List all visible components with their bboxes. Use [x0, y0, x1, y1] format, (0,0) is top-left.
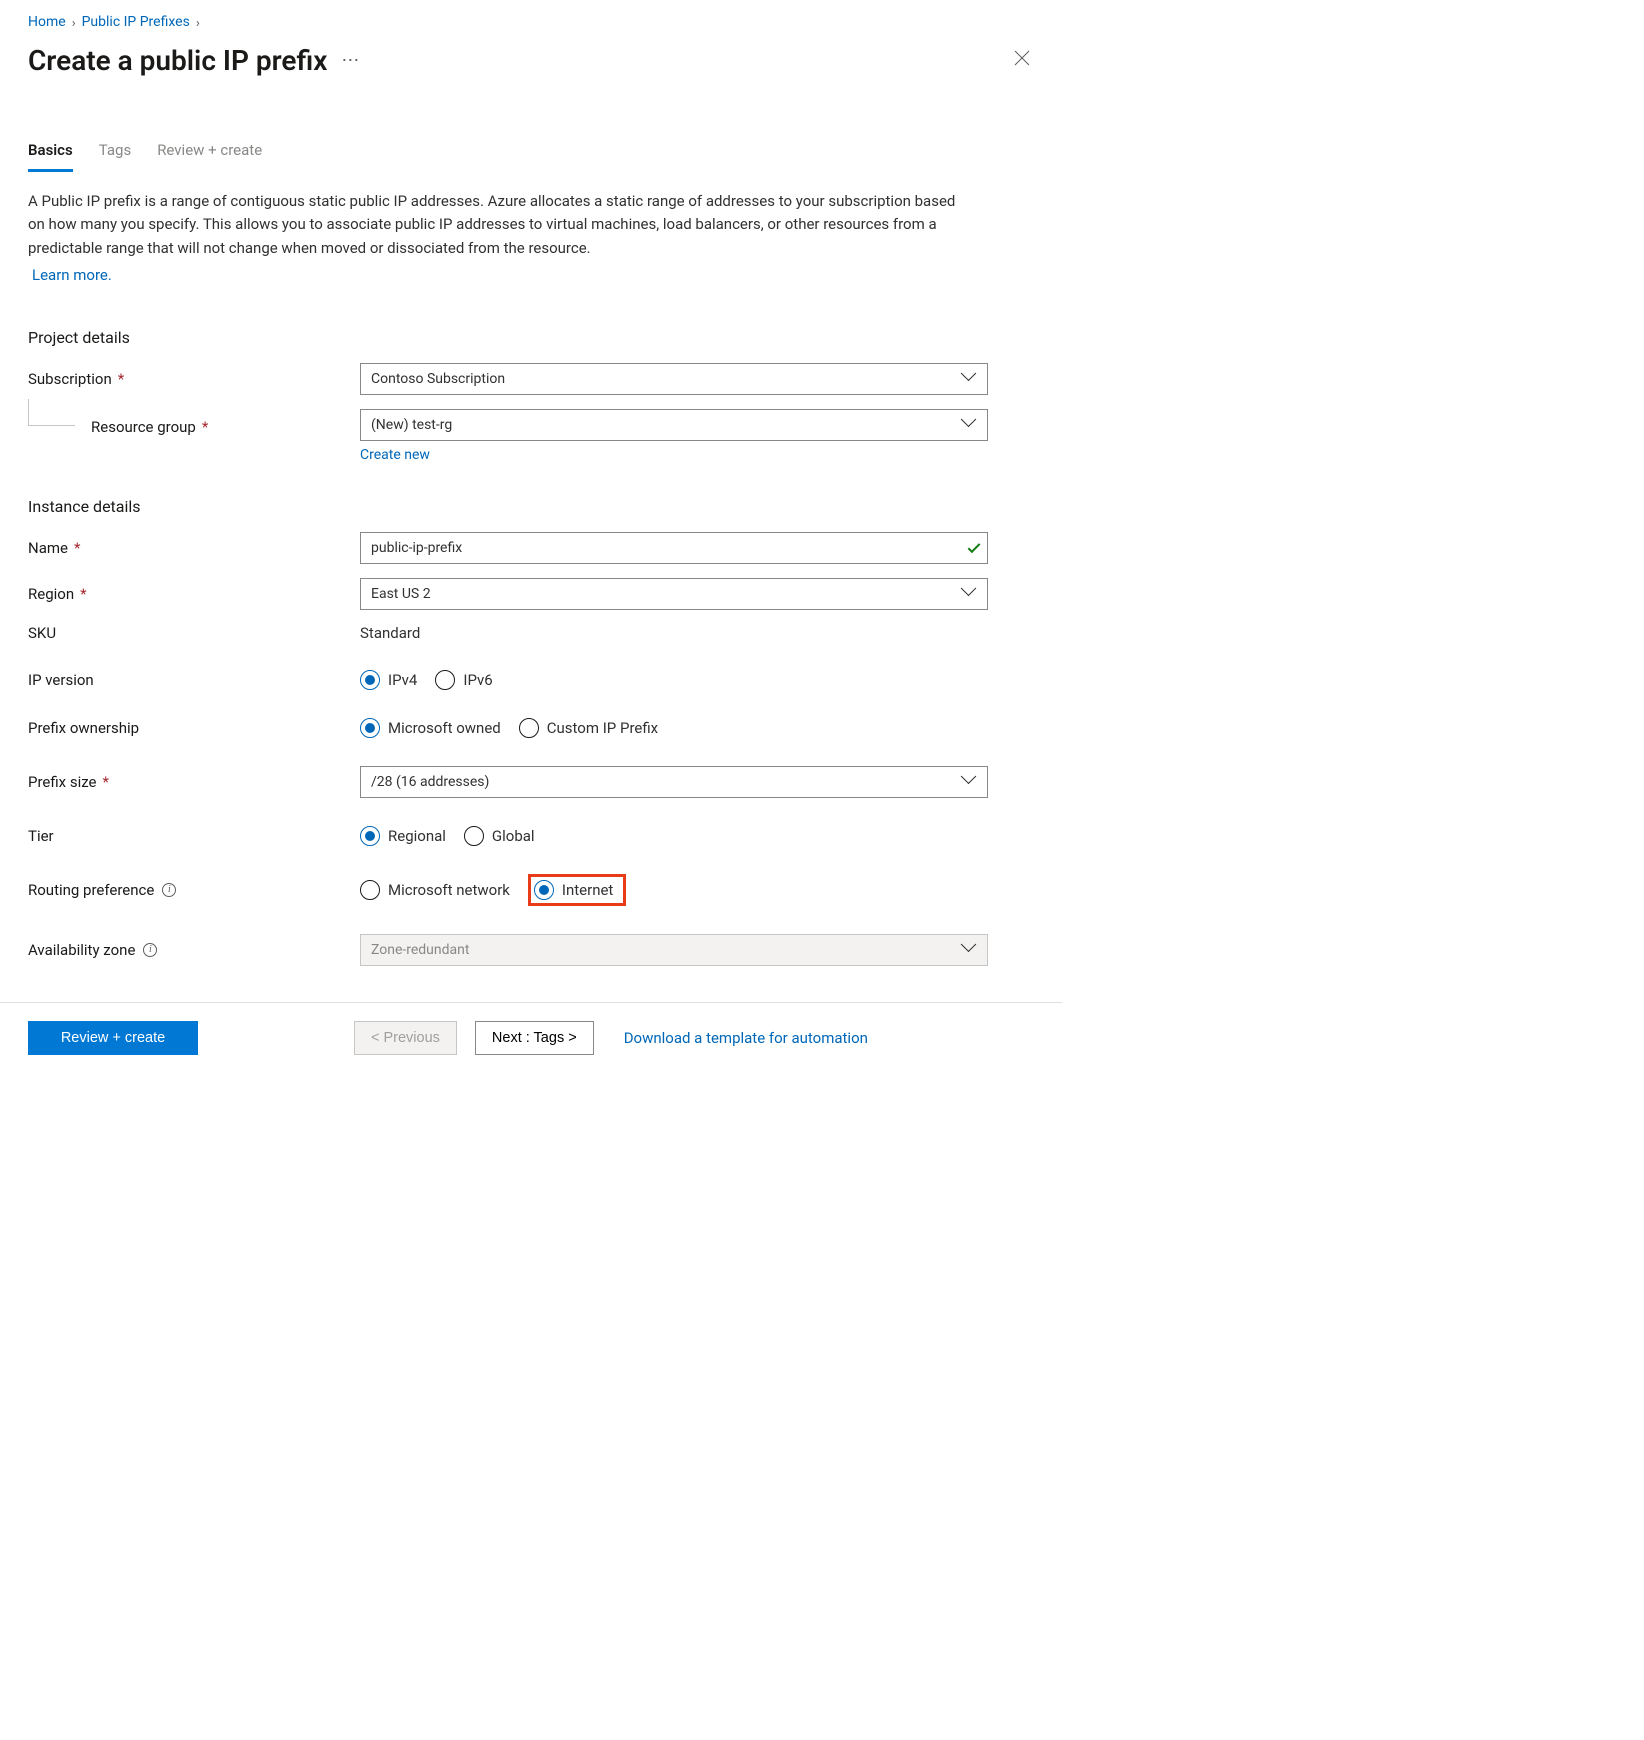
row-sku: SKU Standard	[28, 624, 1034, 642]
tabs: Basics Tags Review + create	[28, 135, 1034, 172]
chevron-down-icon	[958, 776, 979, 787]
footer-bar: Review + create < Previous Next : Tags >…	[28, 1021, 1034, 1055]
radio-microsoft-owned[interactable]: Microsoft owned	[360, 718, 501, 738]
label-prefix-size: Prefix size*	[28, 773, 360, 791]
row-availability-zone: Availability zone i Zone-redundant	[28, 934, 1034, 966]
learn-more-link[interactable]: Learn more.	[32, 266, 112, 284]
radio-microsoft-network[interactable]: Microsoft network	[360, 880, 510, 900]
subscription-select[interactable]: Contoso Subscription	[360, 363, 988, 395]
check-icon	[968, 540, 981, 553]
page-title-text: Create a public IP prefix	[28, 44, 327, 77]
info-icon[interactable]: i	[162, 883, 176, 897]
label-subscription: Subscription*	[28, 370, 360, 388]
breadcrumb: Home › Public IP Prefixes ›	[28, 14, 1034, 30]
create-new-link[interactable]: Create new	[360, 447, 430, 463]
label-ip-version: IP version	[28, 671, 360, 689]
row-prefix-ownership: Prefix ownership Microsoft owned Custom …	[28, 718, 1034, 738]
row-region: Region* East US 2	[28, 578, 1034, 610]
row-resource-group: Resource group* (New) test-rg Create new	[28, 409, 1034, 463]
next-button[interactable]: Next : Tags >	[475, 1021, 594, 1055]
radio-icon	[464, 826, 484, 846]
breadcrumb-home[interactable]: Home	[28, 14, 66, 30]
tab-review-create[interactable]: Review + create	[157, 135, 262, 172]
close-icon[interactable]	[1010, 46, 1034, 75]
routing-preference-group: Microsoft network Internet	[360, 874, 988, 906]
label-name: Name*	[28, 539, 360, 557]
radio-global[interactable]: Global	[464, 826, 535, 846]
row-routing-preference: Routing preference i Microsoft network I…	[28, 874, 1034, 906]
label-tier: Tier	[28, 827, 360, 845]
radio-icon	[534, 880, 554, 900]
label-routing-preference: Routing preference i	[28, 881, 360, 899]
section-project-details: Project details	[28, 328, 1034, 347]
radio-ipv4[interactable]: IPv4	[360, 670, 417, 690]
download-template-link[interactable]: Download a template for automation	[624, 1029, 868, 1047]
availability-zone-select: Zone-redundant	[360, 934, 988, 966]
row-ip-version: IP version IPv4 IPv6	[28, 670, 1034, 690]
label-availability-zone: Availability zone i	[28, 941, 360, 959]
previous-button: < Previous	[354, 1021, 457, 1055]
row-tier: Tier Regional Global	[28, 826, 1034, 846]
row-prefix-size: Prefix size* /28 (16 addresses)	[28, 766, 1034, 798]
tier-group: Regional Global	[360, 826, 988, 846]
resource-group-select[interactable]: (New) test-rg	[360, 409, 988, 441]
radio-icon	[360, 880, 380, 900]
tab-tags[interactable]: Tags	[99, 135, 131, 172]
radio-custom-ip-prefix[interactable]: Custom IP Prefix	[519, 718, 658, 738]
page-header: Create a public IP prefix ⋯	[28, 44, 1034, 77]
section-instance-details: Instance details	[28, 497, 1034, 516]
chevron-right-icon: ›	[196, 17, 200, 30]
radio-icon	[519, 718, 539, 738]
info-icon[interactable]: i	[143, 943, 157, 957]
prefix-ownership-group: Microsoft owned Custom IP Prefix	[360, 718, 988, 738]
more-icon[interactable]: ⋯	[341, 52, 360, 70]
chevron-down-icon	[958, 588, 979, 599]
label-sku: SKU	[28, 624, 360, 642]
divider	[0, 1002, 1062, 1003]
name-input[interactable]: public-ip-prefix	[360, 532, 988, 564]
page-title: Create a public IP prefix ⋯	[28, 44, 360, 77]
radio-ipv6[interactable]: IPv6	[435, 670, 492, 690]
radio-icon	[360, 718, 380, 738]
label-prefix-ownership: Prefix ownership	[28, 719, 360, 737]
tab-basics[interactable]: Basics	[28, 135, 73, 172]
sku-value: Standard	[360, 624, 420, 642]
radio-internet[interactable]: Internet	[534, 880, 613, 900]
radio-icon	[435, 670, 455, 690]
prefix-size-select[interactable]: /28 (16 addresses)	[360, 766, 988, 798]
chevron-down-icon	[958, 944, 979, 955]
row-name: Name* public-ip-prefix	[28, 532, 1034, 564]
radio-icon	[360, 670, 380, 690]
chevron-down-icon	[958, 419, 979, 430]
ip-version-group: IPv4 IPv6	[360, 670, 988, 690]
description-text: A Public IP prefix is a range of contigu…	[28, 190, 958, 260]
label-resource-group: Resource group*	[28, 409, 360, 436]
review-create-button[interactable]: Review + create	[28, 1021, 198, 1055]
radio-icon	[360, 826, 380, 846]
chevron-right-icon: ›	[72, 17, 76, 30]
highlight-internet: Internet	[528, 874, 626, 906]
chevron-down-icon	[958, 373, 979, 384]
row-subscription: Subscription* Contoso Subscription	[28, 363, 1034, 395]
label-region: Region*	[28, 585, 360, 603]
breadcrumb-public-ip-prefixes[interactable]: Public IP Prefixes	[82, 14, 190, 30]
region-select[interactable]: East US 2	[360, 578, 988, 610]
radio-regional[interactable]: Regional	[360, 826, 446, 846]
